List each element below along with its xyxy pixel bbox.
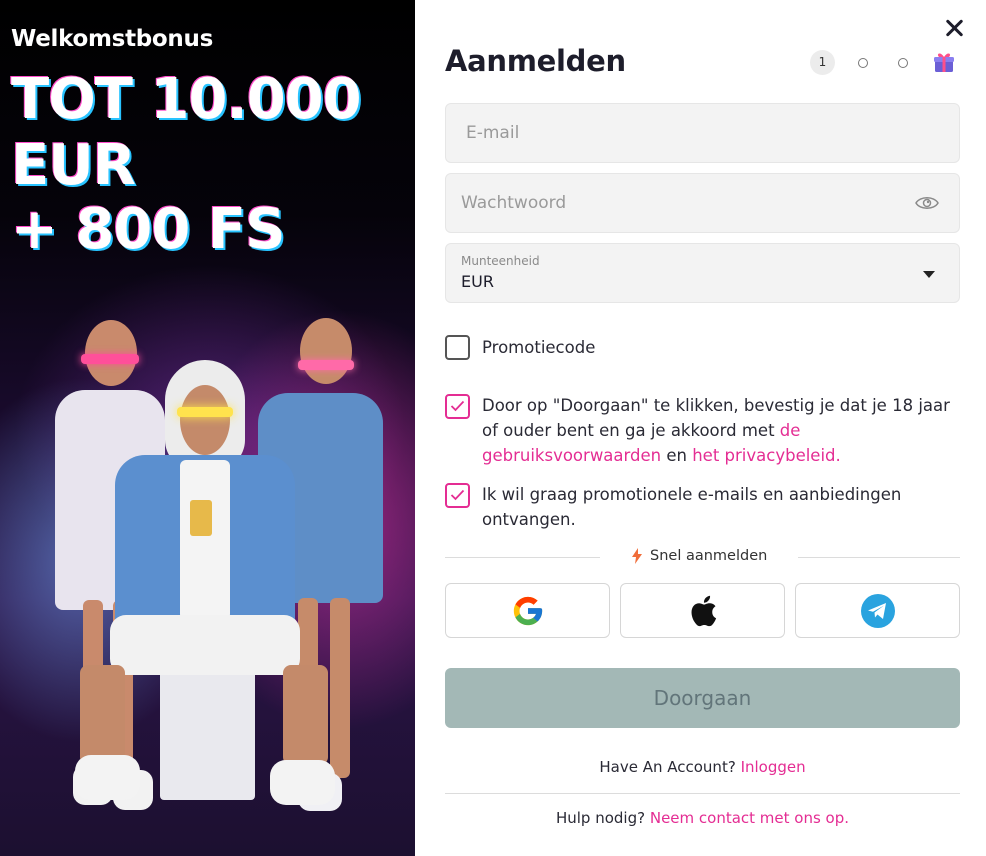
telegram-icon bbox=[860, 593, 895, 628]
step-indicator-2 bbox=[858, 58, 868, 68]
lightning-icon bbox=[632, 548, 642, 564]
telegram-login-button[interactable] bbox=[795, 583, 960, 638]
privacy-policy-link[interactable]: het privacybeleid. bbox=[692, 446, 841, 465]
page-title: Aanmelden bbox=[445, 44, 626, 78]
password-field[interactable] bbox=[445, 173, 960, 233]
currency-value: EUR bbox=[461, 272, 494, 291]
login-link[interactable]: Inloggen bbox=[741, 758, 806, 776]
continue-button[interactable]: Doorgaan bbox=[445, 668, 960, 728]
close-icon[interactable] bbox=[942, 16, 966, 40]
gift-icon bbox=[934, 53, 954, 72]
caret-down-icon bbox=[923, 271, 935, 278]
promo-subtitle: Welkomstbonus bbox=[11, 26, 213, 52]
promo-headline-line3: + 800 FS bbox=[11, 197, 285, 262]
step-indicator-current: 1 bbox=[810, 50, 835, 75]
currency-select[interactable]: Munteenheid EUR bbox=[445, 243, 960, 303]
promo-code-checkbox[interactable] bbox=[445, 335, 470, 360]
email-field[interactable] bbox=[445, 103, 960, 163]
promo-headline-line2: EUR bbox=[11, 133, 136, 198]
quick-signup-heading: Snel aanmelden bbox=[632, 548, 767, 564]
google-icon bbox=[513, 596, 542, 625]
checkmark-icon bbox=[450, 489, 465, 501]
contact-link[interactable]: Neem contact met ons op. bbox=[650, 809, 849, 827]
divider-left bbox=[445, 557, 600, 558]
divider-right bbox=[798, 557, 960, 558]
promo-emails-text: Ik wil graag promotionele e-mails en aan… bbox=[482, 485, 902, 529]
email-input[interactable] bbox=[446, 104, 959, 162]
footer-divider bbox=[445, 793, 960, 794]
terms-text: Door op "Doorgaan" te klikken, bevestig … bbox=[482, 396, 950, 465]
promo-emails-checkbox[interactable] bbox=[445, 483, 470, 508]
have-account-row: Have An Account? Inloggen bbox=[599, 758, 806, 776]
help-row: Hulp nodig? Neem contact met ons op. bbox=[555, 809, 850, 827]
promo-headline-line1: TOT 10.000 bbox=[11, 67, 362, 132]
google-login-button[interactable] bbox=[445, 583, 610, 638]
apple-login-button[interactable] bbox=[620, 583, 785, 638]
promo-panel: Welkomstbonus TOT 10.000 EUR + 800 FS bbox=[0, 0, 415, 856]
password-input[interactable] bbox=[446, 174, 959, 232]
terms-checkbox[interactable] bbox=[445, 394, 470, 419]
promo-code-label[interactable]: Promotiecode bbox=[482, 335, 595, 360]
step-indicator-3 bbox=[898, 58, 908, 68]
currency-label: Munteenheid bbox=[461, 254, 540, 268]
eye-icon[interactable] bbox=[915, 194, 939, 212]
apple-icon bbox=[691, 595, 716, 626]
checkmark-icon bbox=[450, 400, 465, 412]
